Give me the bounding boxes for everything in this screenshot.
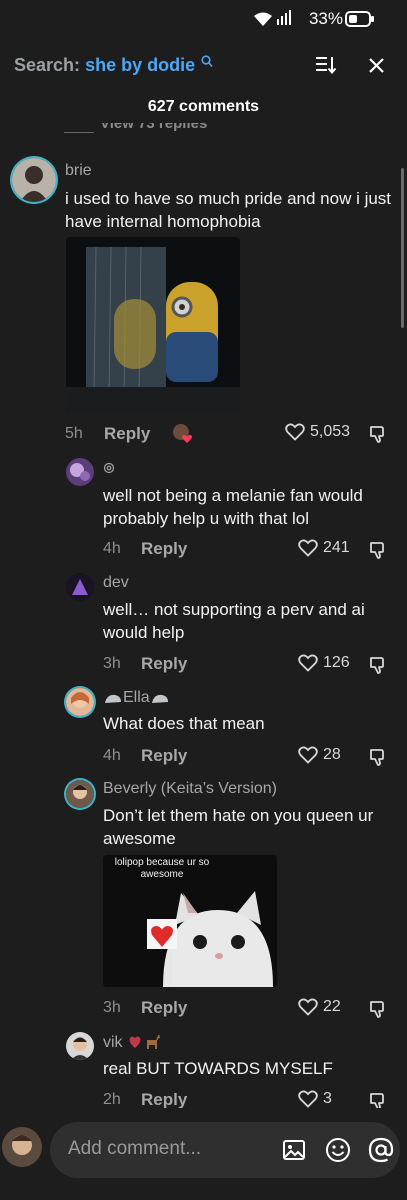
avatar[interactable] bbox=[66, 780, 94, 808]
avatar-image bbox=[66, 1032, 94, 1060]
like-count: 3 bbox=[323, 1090, 332, 1107]
comment-username[interactable]: Beverly (Keita’s Version) bbox=[103, 780, 277, 798]
reply-button[interactable]: Reply bbox=[141, 1090, 187, 1110]
comment-text: well not being a melanie fan would proba… bbox=[103, 486, 363, 528]
status-bar: 33% bbox=[0, 0, 407, 40]
battery-icon bbox=[345, 11, 374, 27]
search-prefix: Search: bbox=[14, 55, 81, 75]
reply-button[interactable]: Reply bbox=[141, 654, 187, 674]
image-icon[interactable] bbox=[282, 1138, 306, 1162]
heart-icon bbox=[285, 423, 305, 441]
comment-time: 3h bbox=[103, 999, 121, 1016]
spiral-icon bbox=[103, 462, 115, 474]
search-icon bbox=[201, 55, 213, 68]
like-count: 241 bbox=[323, 539, 350, 556]
search-header[interactable]: Search: she by dodie bbox=[14, 55, 213, 76]
dislike-icon[interactable] bbox=[368, 655, 388, 675]
comment-text: well… not supporting a perv and ai would… bbox=[103, 600, 365, 642]
comment-image[interactable]: lolipop because ur so awesome bbox=[103, 855, 277, 987]
heart-icon bbox=[298, 654, 318, 672]
comment-username: Ella bbox=[123, 689, 150, 706]
comment-username-row[interactable]: vik bbox=[103, 1033, 161, 1052]
heart-icon bbox=[298, 998, 318, 1016]
reply-button[interactable]: Reply bbox=[141, 746, 187, 766]
comment-time: 4h bbox=[103, 540, 121, 557]
seal-icon bbox=[151, 694, 168, 703]
my-avatar[interactable] bbox=[2, 1127, 42, 1167]
dislike-icon[interactable] bbox=[368, 540, 388, 560]
signal-icon bbox=[277, 10, 291, 25]
avatar-image bbox=[2, 1127, 42, 1167]
comment-time: 5h bbox=[65, 425, 83, 442]
avatar[interactable] bbox=[12, 158, 56, 202]
creator-avatar-heart-icon bbox=[173, 424, 192, 443]
dislike-icon[interactable] bbox=[368, 999, 388, 1019]
like-button[interactable]: 5,053 bbox=[285, 423, 350, 441]
heart-icon bbox=[298, 1090, 318, 1108]
deer-icon bbox=[147, 1034, 161, 1049]
like-count: 28 bbox=[323, 746, 341, 763]
reply-button[interactable]: Reply bbox=[104, 424, 150, 444]
comment-input-placeholder: Add comment... bbox=[68, 1138, 202, 1159]
reply-button[interactable]: Reply bbox=[141, 539, 187, 559]
search-query[interactable]: she by dodie bbox=[85, 55, 195, 75]
sort-icon[interactable] bbox=[315, 55, 337, 75]
reply-button[interactable]: Reply bbox=[141, 998, 187, 1018]
close-icon[interactable] bbox=[368, 57, 385, 74]
like-count: 126 bbox=[323, 654, 350, 671]
battery-percent: 33% bbox=[308, 9, 343, 28]
anatomical-heart-icon bbox=[129, 1036, 141, 1048]
like-button[interactable]: 126 bbox=[298, 654, 350, 672]
comment-username: vik bbox=[103, 1034, 123, 1051]
avatar-image bbox=[66, 573, 94, 601]
comment-input[interactable]: Add comment... bbox=[50, 1122, 400, 1178]
comment-text: Don’t let them hate on you queen ur awes… bbox=[103, 806, 374, 848]
like-count: 5,053 bbox=[310, 423, 351, 440]
like-button[interactable]: 3 bbox=[298, 1090, 332, 1108]
like-button[interactable]: 241 bbox=[298, 539, 350, 557]
heart-icon bbox=[298, 539, 318, 557]
avatar-image bbox=[66, 688, 94, 716]
image-caption: lolipop because ur so awesome bbox=[114, 857, 210, 880]
comment-time: 3h bbox=[103, 655, 121, 672]
avatar-image bbox=[12, 158, 56, 202]
comment-text: What does that mean bbox=[103, 714, 265, 733]
comment-text: real BUT TOWARDS MYSELF bbox=[103, 1059, 333, 1078]
mention-icon[interactable] bbox=[367, 1136, 395, 1164]
minion-image bbox=[66, 237, 240, 412]
avatar[interactable] bbox=[66, 573, 94, 601]
comment-text: i used to have so much pride and now i j… bbox=[65, 189, 392, 231]
avatar-image bbox=[66, 780, 94, 808]
comment-time: 2h bbox=[103, 1091, 121, 1108]
avatar-image bbox=[66, 458, 94, 486]
avatar[interactable] bbox=[66, 688, 94, 716]
heart-icon bbox=[298, 746, 318, 764]
dislike-icon[interactable] bbox=[368, 424, 388, 444]
comment-count: 627 comments bbox=[147, 98, 260, 115]
avatar[interactable] bbox=[66, 1032, 94, 1060]
wifi-icon bbox=[254, 12, 272, 26]
seal-icon bbox=[105, 694, 121, 703]
scrollbar[interactable] bbox=[401, 168, 404, 328]
comment-image[interactable] bbox=[66, 237, 240, 412]
like-button[interactable]: 22 bbox=[298, 998, 341, 1016]
view-replies-link[interactable]: View 73 replies bbox=[64, 123, 207, 137]
dislike-icon[interactable] bbox=[368, 747, 388, 767]
comment-username[interactable]: brie bbox=[65, 162, 92, 180]
comment-username[interactable]: dev bbox=[103, 574, 129, 592]
comment-username-row[interactable]: Ella bbox=[103, 689, 170, 707]
emoji-icon[interactable] bbox=[325, 1137, 351, 1163]
like-button[interactable]: 28 bbox=[298, 746, 341, 764]
avatar[interactable] bbox=[66, 458, 94, 486]
like-count: 22 bbox=[323, 998, 341, 1015]
comment-time: 4h bbox=[103, 747, 121, 764]
creator-liked-badge bbox=[172, 423, 192, 443]
